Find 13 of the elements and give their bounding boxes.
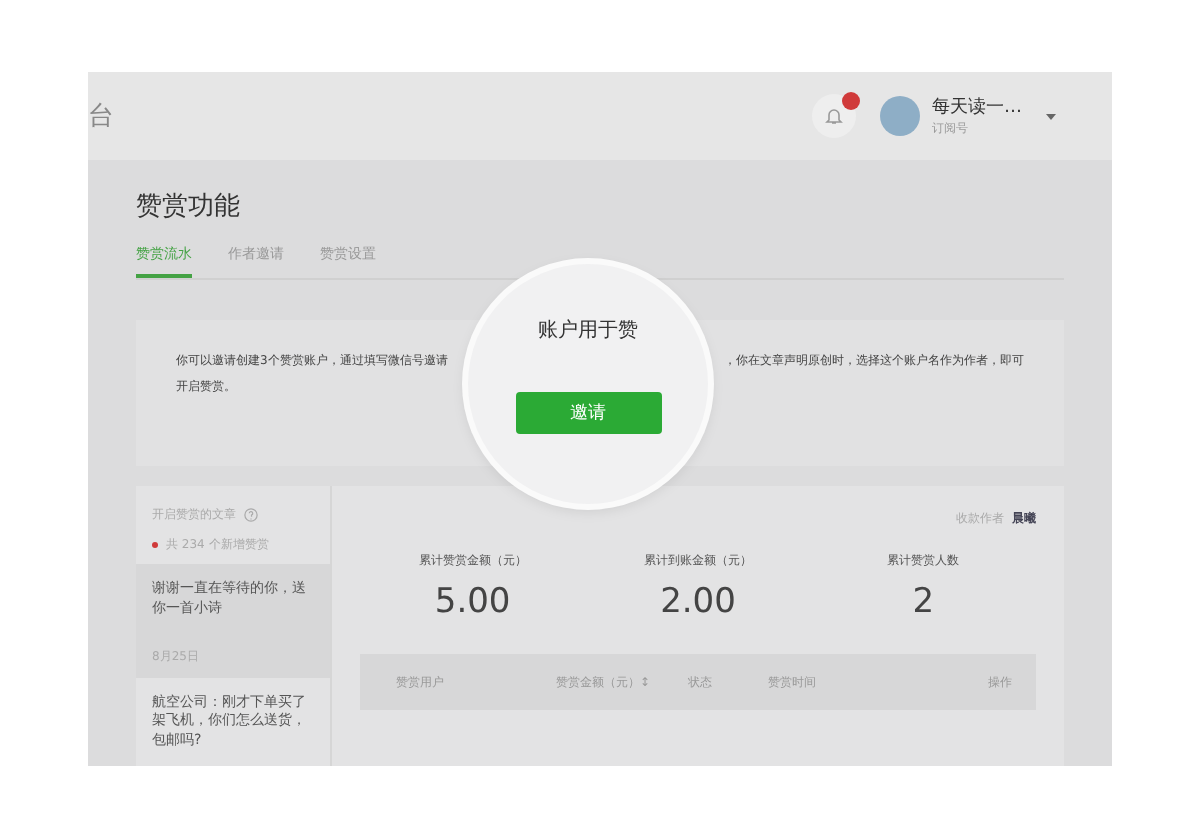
platform-title: 台 [88,100,114,134]
stat-value: 2 [912,582,935,622]
status-dot [152,542,158,548]
bell-icon [824,106,844,126]
notification-badge [842,92,860,110]
lens-text: 账户用于赞 [538,317,638,344]
caret-icon[interactable] [1046,113,1056,119]
notification-button[interactable] [812,94,856,138]
stat-value: 2.00 [660,582,736,622]
invite-button[interactable]: 邀请 [515,392,661,434]
stat-value: 5.00 [434,582,511,622]
page-title: 赞赏功能 [136,190,242,224]
account-name: 每天读一… [932,95,1022,120]
